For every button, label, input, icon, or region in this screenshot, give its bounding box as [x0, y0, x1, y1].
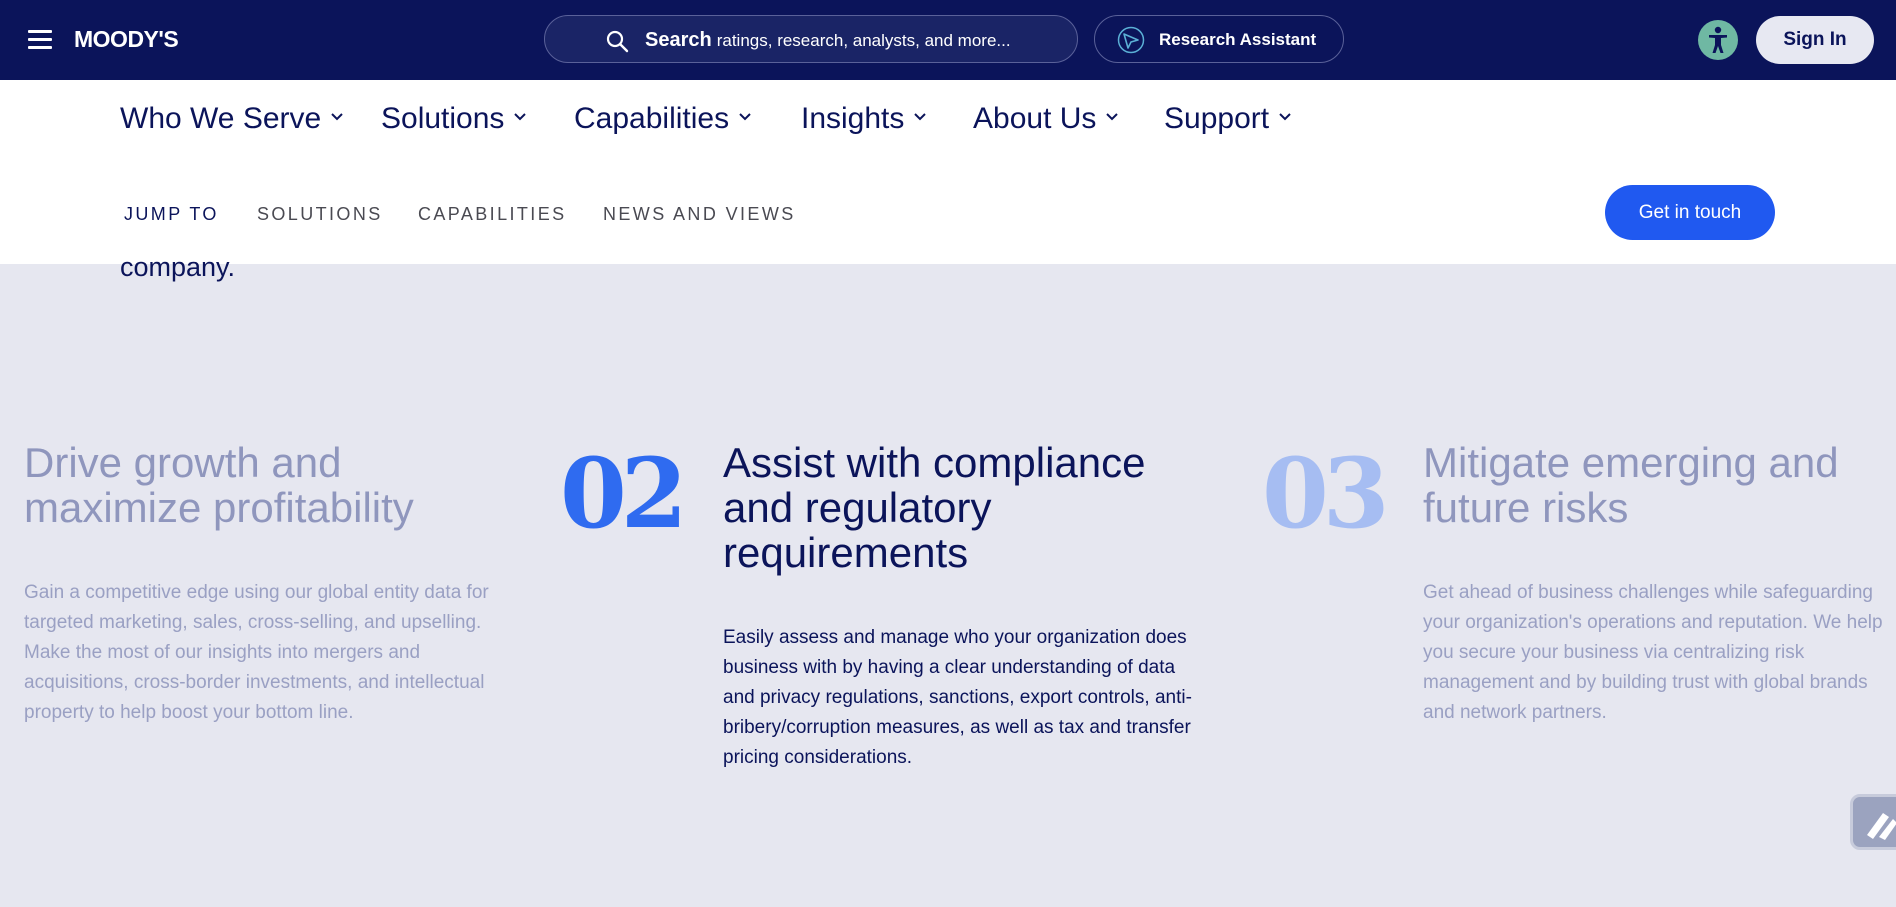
chevron-down-icon	[739, 113, 751, 121]
nav-item-about-us[interactable]: About Us	[973, 102, 1119, 136]
jump-link-solutions[interactable]: SOLUTIONS	[257, 204, 383, 225]
search-bar[interactable]: Search ratings, research, analysts, and m…	[544, 15, 1078, 63]
slide-3-number: 03	[1262, 437, 1390, 550]
jump-link-news-and-views[interactable]: NEWS AND VIEWS	[603, 204, 796, 225]
nav-label: Support	[1164, 102, 1270, 135]
nav-item-insights[interactable]: Insights	[801, 102, 927, 136]
chevron-down-icon	[331, 113, 343, 121]
search-icon	[606, 30, 629, 53]
jump-link-capabilities[interactable]: CAPABILITIES	[418, 204, 567, 225]
nav-label: Capabilities	[574, 102, 730, 135]
main-navigation: Who We Serve Solutions Capabilities Insi…	[0, 80, 1896, 264]
nav-item-who-we-serve[interactable]: Who We Serve	[120, 102, 343, 136]
research-assistant-icon	[1117, 26, 1145, 54]
nav-label: Insights	[801, 102, 905, 135]
floating-widget-button[interactable]	[1850, 794, 1896, 850]
slide-1-body: Gain a competitive edge using our global…	[24, 582, 489, 723]
get-in-touch-button[interactable]: Get in touch	[1605, 185, 1775, 240]
top-bar: MOODY'S Search ratings, research, analyst…	[0, 0, 1896, 80]
slide-2-number: 02	[560, 437, 688, 550]
nav-item-capabilities[interactable]: Capabilities	[574, 102, 751, 136]
nav-item-solutions[interactable]: Solutions	[381, 102, 527, 136]
nav-label: Who We Serve	[120, 102, 322, 135]
chevron-down-icon	[1106, 113, 1119, 121]
nav-item-support[interactable]: Support	[1164, 102, 1291, 136]
accessibility-button[interactable]	[1698, 20, 1738, 60]
search-placeholder: Search ratings, research, analysts, and m…	[645, 29, 1011, 51]
menu-icon[interactable]	[28, 30, 52, 50]
chevron-down-icon	[914, 113, 927, 121]
research-assistant-label: Research Assistant	[1159, 30, 1317, 49]
chevron-down-icon	[514, 113, 527, 121]
jump-to-label: JUMP TO	[124, 204, 219, 224]
slide-2-body: Easily assess and manage who your organi…	[723, 627, 1192, 768]
sign-in-button[interactable]: Sign In	[1756, 16, 1874, 64]
nav-label: About Us	[973, 102, 1097, 135]
slide-2-heading: Assist with compliance and regulatory re…	[723, 439, 1146, 576]
moodys-logo[interactable]: MOODY'S	[74, 26, 179, 53]
slide-3-body: Get ahead of business challenges while s…	[1423, 582, 1883, 723]
widget-icon	[1867, 813, 1896, 840]
accessibility-icon	[1709, 26, 1727, 53]
nav-label: Solutions	[381, 102, 505, 135]
intro-text-fragment: company.	[120, 252, 236, 282]
research-assistant-button[interactable]: Research Assistant	[1094, 15, 1344, 63]
chevron-down-icon	[1279, 113, 1291, 121]
slide-1-heading: Drive growth and maximize profitability	[24, 439, 414, 531]
slide-3-heading: Mitigate emerging and future risks	[1423, 439, 1839, 531]
